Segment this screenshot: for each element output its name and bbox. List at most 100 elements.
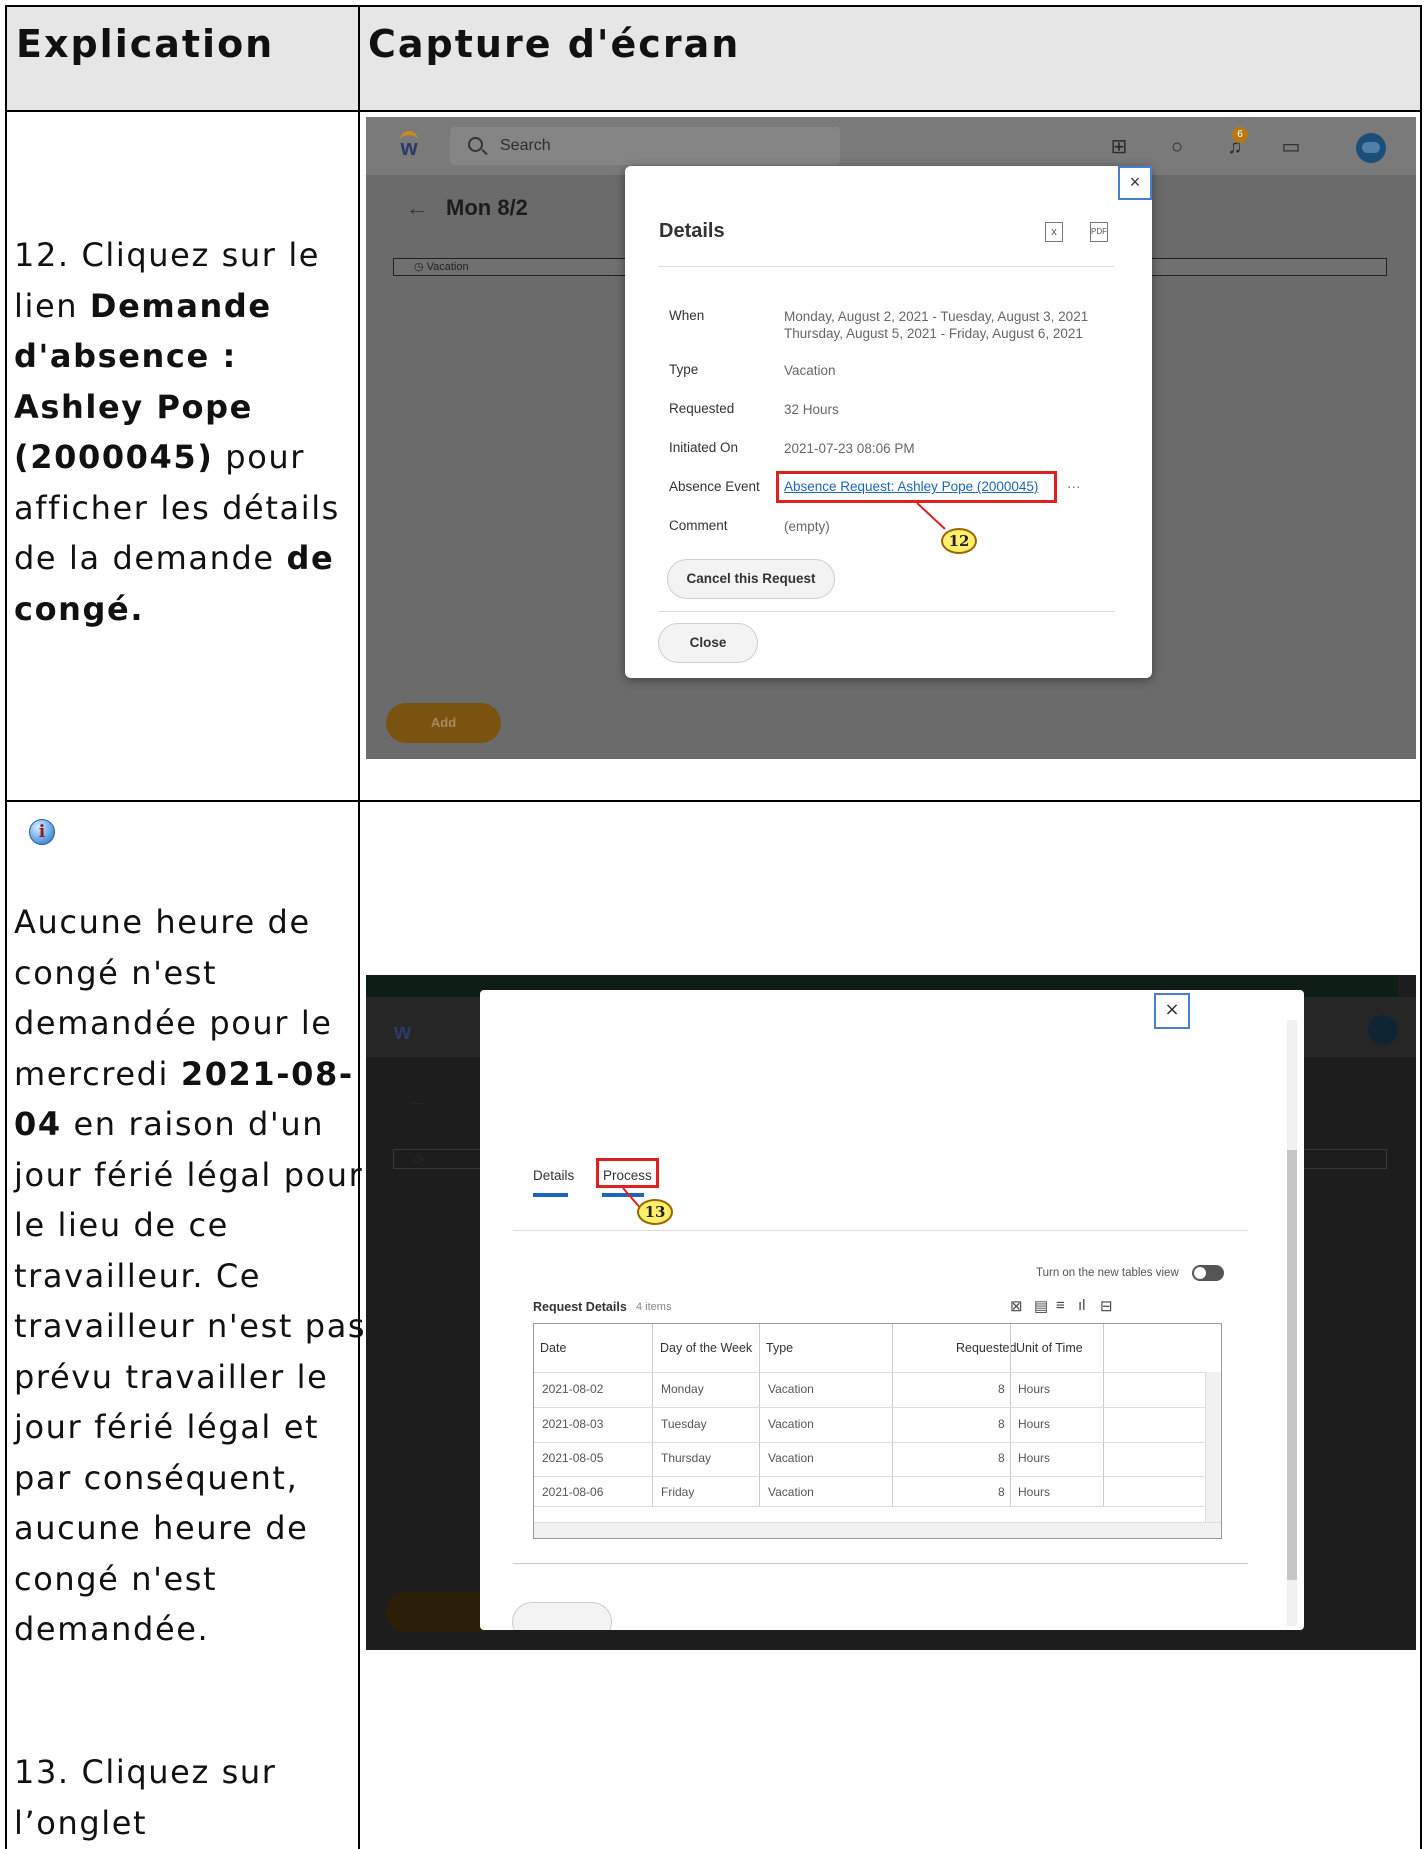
screenshot-process-modal: w ← ◷ Details Process 13 Turn on the new… (366, 975, 1416, 1650)
table-vertical-scrollbar[interactable] (1205, 1372, 1221, 1522)
view-grid-icon[interactable]: ▤ (1034, 1297, 1048, 1315)
info-icon: i (29, 819, 55, 845)
table-row-divider (534, 1476, 1205, 1477)
when-label: When (669, 308, 705, 323)
divider (513, 1563, 1248, 1564)
workday-logo: w (394, 1019, 412, 1044)
highlight-box (776, 471, 1057, 503)
header-capture: Capture d'écran (368, 22, 741, 66)
row-divider-12 (7, 800, 1420, 802)
new-tables-toggle-label: Turn on the new tables view (1036, 1267, 1179, 1279)
page-title: ← Mon 8/2 (406, 195, 528, 221)
clock-icon: ◷ (414, 261, 427, 273)
modal-title: Details (659, 220, 725, 242)
column-divider (652, 1324, 653, 1506)
cell-requested: 8 (998, 1417, 1005, 1431)
cell-requested: 8 (998, 1382, 1005, 1396)
new-tables-toggle[interactable] (1192, 1265, 1224, 1281)
close-button[interactable] (512, 1602, 612, 1630)
close-icon[interactable]: × (1154, 993, 1190, 1029)
table-row-divider (534, 1442, 1205, 1443)
cell-type: Vacation (768, 1485, 814, 1499)
column-divider (759, 1324, 760, 1506)
requested-label: Requested (669, 401, 735, 416)
tab-details-underline (533, 1193, 568, 1197)
cell-date: 2021-08-03 (542, 1417, 604, 1431)
workday-logo[interactable]: w (394, 131, 424, 161)
tab-details[interactable]: Details (533, 1168, 574, 1183)
step-badge: 13 (637, 1199, 673, 1225)
page-title-text: Mon 8/2 (446, 195, 528, 220)
column-header-day[interactable]: Day of the Week (660, 1324, 752, 1372)
step-13-explanation: 13. Cliquez sur l’onglet (14, 1753, 277, 1842)
tab-divider (513, 1230, 1248, 1231)
cell-unit: Hours (1018, 1382, 1051, 1396)
add-button[interactable]: Add (386, 703, 501, 743)
column-divider (1010, 1324, 1011, 1506)
cell-day: Monday (661, 1382, 704, 1396)
table-row-divider (534, 1407, 1205, 1408)
when-value: Monday, August 2, 2021 - Tuesday, August… (784, 308, 1088, 342)
cell-date: 2021-08-06 (542, 1485, 604, 1499)
initiated-label: Initiated On (669, 440, 739, 455)
related-actions-icon[interactable]: ··· (1067, 478, 1081, 495)
table-row-divider (534, 1506, 1205, 1507)
details-modal: × Details x PDF When Monday, August 2, 2… (625, 166, 1152, 678)
apps-grid-icon[interactable]: ⊞ (1107, 135, 1131, 159)
table-row-divider (534, 1372, 1205, 1373)
avatar[interactable] (1356, 133, 1386, 163)
search-input[interactable]: Search (450, 127, 840, 165)
highlight-box (596, 1158, 659, 1188)
table-horizontal-scrollbar[interactable] (534, 1522, 1221, 1538)
row-divider-header (7, 110, 1420, 112)
divider (658, 611, 1114, 612)
cell-date: 2021-08-02 (542, 1382, 604, 1396)
request-details-table: Date Day of the Week Type Requested Unit… (533, 1323, 1222, 1539)
when-value-line-2: Thursday, August 5, 2021 - Friday, Augus… (784, 326, 1083, 341)
holiday-note: Aucune heure de congé n'est demandée pou… (14, 897, 369, 1655)
dimmed-page-title: ← (406, 1087, 428, 1112)
column-divider (892, 1324, 893, 1506)
cell-day: Friday (661, 1485, 695, 1499)
columns-icon[interactable]: ⊟ (1100, 1297, 1113, 1315)
process-modal: Details Process 13 Turn on the new table… (480, 990, 1304, 1630)
vacation-bar-label: Vacation (426, 261, 469, 273)
close-button[interactable]: Close (658, 623, 758, 663)
column-header-type[interactable]: Type (766, 1324, 793, 1372)
chat-icon[interactable]: ○ (1165, 135, 1189, 159)
step-badge: 12 (941, 528, 977, 554)
back-arrow-icon[interactable]: ← (406, 195, 428, 220)
when-value-line-1: Monday, August 2, 2021 - Tuesday, August… (784, 309, 1089, 324)
callout-line (916, 502, 946, 530)
cell-day: Tuesday (661, 1417, 707, 1431)
export-excel-icon[interactable]: x (1045, 222, 1063, 242)
screenshot-details-modal: w Search ⊞ ○ ♫ 6 ▭ ← Mon 8/2 ◷ Vacation A… (366, 117, 1416, 759)
cell-requested: 8 (998, 1451, 1005, 1465)
comment-value: (empty) (784, 519, 830, 534)
cell-unit: Hours (1018, 1451, 1051, 1465)
type-label: Type (669, 362, 699, 377)
close-icon[interactable]: × (1118, 166, 1152, 200)
column-header-date[interactable]: Date (540, 1324, 566, 1372)
cell-type: Vacation (768, 1451, 814, 1465)
cell-unit: Hours (1018, 1485, 1051, 1499)
header-explication: Explication (16, 22, 275, 66)
cell-unit: Hours (1018, 1417, 1051, 1431)
request-details-title: Request Details (533, 1300, 627, 1314)
cell-date: 2021-08-05 (542, 1451, 604, 1465)
filter-icon[interactable]: ≡ (1056, 1297, 1065, 1314)
column-header-requested[interactable]: Requested (956, 1324, 1016, 1372)
inbox-icon[interactable]: ▭ (1279, 135, 1303, 159)
chart-icon[interactable]: ıl (1078, 1297, 1086, 1314)
notification-badge: 6 (1232, 127, 1248, 143)
export-pdf-icon[interactable]: PDF (1090, 222, 1108, 242)
search-icon (468, 137, 483, 152)
initiated-value: 2021-07-23 08:06 PM (784, 441, 915, 456)
column-header-unit[interactable]: Unit of Time (1016, 1324, 1083, 1372)
cell-type: Vacation (768, 1382, 814, 1396)
cancel-request-button[interactable]: Cancel this Request (667, 559, 835, 599)
export-excel-icon[interactable]: ⊠ (1010, 1297, 1023, 1315)
absence-event-label: Absence Event (669, 479, 760, 494)
modal-scrollbar-thumb[interactable] (1287, 1150, 1297, 1580)
avatar (1368, 1015, 1398, 1045)
